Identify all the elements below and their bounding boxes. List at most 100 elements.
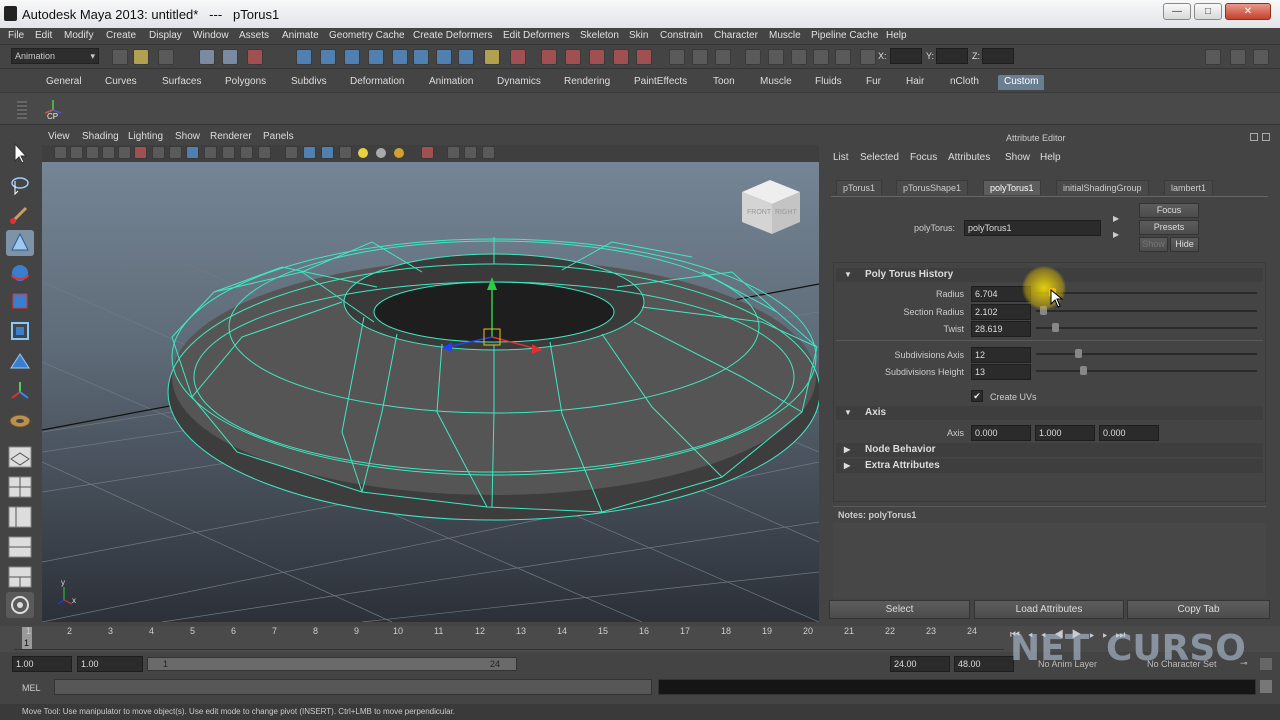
- scale-tool-icon[interactable]: [6, 288, 34, 314]
- toggle-attribute-editor-icon[interactable]: [1230, 49, 1246, 65]
- animation-start-field[interactable]: 1.00: [12, 656, 72, 672]
- show-manipulator-icon[interactable]: [6, 378, 34, 404]
- cp-shelf-icon[interactable]: CP: [40, 96, 66, 122]
- safe-action-icon[interactable]: [240, 146, 253, 159]
- mel-label[interactable]: MEL: [22, 683, 41, 693]
- subdivisions-height-field[interactable]: 13: [971, 364, 1031, 380]
- maximize-button[interactable]: □: [1194, 3, 1222, 20]
- menu-assets[interactable]: Assets: [239, 30, 269, 41]
- isolate-select-icon[interactable]: [421, 146, 434, 159]
- menu-help[interactable]: Help: [886, 30, 907, 41]
- hypershade-icon[interactable]: [613, 49, 629, 65]
- shelf-tab-subdivs[interactable]: Subdivs: [285, 75, 333, 90]
- ae-menu-list[interactable]: List: [833, 152, 849, 163]
- render-icon[interactable]: [510, 49, 526, 65]
- notes-field[interactable]: [833, 523, 1266, 598]
- viewport-menu-panels[interactable]: Panels: [263, 131, 294, 142]
- menu-muscle[interactable]: Muscle: [769, 30, 801, 41]
- layout-icon[interactable]: [813, 49, 829, 65]
- paint-select-tool-icon[interactable]: [6, 202, 34, 228]
- shelf-tab-polygons[interactable]: Polygons: [219, 75, 272, 90]
- camera-icon[interactable]: [745, 49, 761, 65]
- grease-pencil-icon[interactable]: [118, 146, 131, 159]
- menu-skin[interactable]: Skin: [629, 30, 648, 41]
- io-icon[interactable]: [436, 49, 452, 65]
- move-tool-icon[interactable]: [6, 230, 34, 256]
- ae-menu-show[interactable]: Show: [1005, 152, 1030, 163]
- ae-copy-tab-button[interactable]: Copy Tab: [1127, 600, 1270, 619]
- render-current-icon[interactable]: [541, 49, 557, 65]
- smooth-shade-icon[interactable]: [303, 146, 316, 159]
- shadows-icon[interactable]: [394, 148, 404, 158]
- camera-attributes-icon[interactable]: [70, 146, 83, 159]
- shelf-tab-hair[interactable]: Hair: [900, 75, 930, 90]
- wireframe-icon[interactable]: [285, 146, 298, 159]
- presets-button[interactable]: Presets: [1139, 220, 1199, 235]
- create-uvs-checkbox[interactable]: ✔: [971, 390, 983, 402]
- focus-button[interactable]: Focus: [1139, 203, 1199, 218]
- menu-create-deformers[interactable]: Create Deformers: [413, 30, 492, 41]
- history-icon[interactable]: [413, 49, 429, 65]
- menu-geometry-cache[interactable]: Geometry Cache: [329, 30, 405, 41]
- ae-tab-polytorus1[interactable]: polyTorus1: [983, 180, 1041, 195]
- shelf-tab-rendering[interactable]: Rendering: [558, 75, 616, 90]
- torus-mesh[interactable]: [167, 237, 819, 521]
- section-axis[interactable]: ▼ Axis: [836, 406, 1263, 420]
- gate-mask-icon[interactable]: [204, 146, 217, 159]
- snap-view-icon[interactable]: [368, 49, 384, 65]
- view-cube[interactable]: FRONT RIGHT: [742, 180, 800, 234]
- persp-outliner-layout-icon[interactable]: [6, 504, 34, 530]
- x-field[interactable]: [890, 48, 922, 64]
- toggle-sidebar-icon[interactable]: [1205, 49, 1221, 65]
- shelf-tab-curves[interactable]: Curves: [99, 75, 143, 90]
- section-node-behavior[interactable]: ▶ Node Behavior: [836, 443, 1263, 457]
- shelf-tab-custom[interactable]: Custom: [998, 75, 1045, 90]
- field-chart-icon[interactable]: [222, 146, 235, 159]
- ae-load-attributes-button[interactable]: Load Attributes: [974, 600, 1124, 619]
- shelf-tab-fur[interactable]: Fur: [860, 75, 887, 90]
- close-button[interactable]: ✕: [1225, 3, 1271, 20]
- node-name-field[interactable]: polyTorus1: [964, 220, 1101, 236]
- range-slider[interactable]: 1 24: [147, 657, 517, 671]
- select-hierarchy-icon[interactable]: [199, 49, 215, 65]
- grid-toggle-icon[interactable]: [152, 146, 165, 159]
- playback-start-field[interactable]: 1.00: [77, 656, 143, 672]
- section-extra-attributes[interactable]: ▶ Extra Attributes: [836, 459, 1263, 473]
- close-panel-icon[interactable]: [1262, 133, 1270, 141]
- use-all-lights-icon[interactable]: [376, 148, 386, 158]
- rotate-tool-icon[interactable]: [6, 260, 34, 286]
- show-button[interactable]: Show: [1139, 237, 1168, 252]
- pivot-icon[interactable]: [791, 49, 807, 65]
- two-d-pan-icon[interactable]: [134, 146, 147, 159]
- script-editor-icon[interactable]: [1260, 680, 1272, 693]
- command-input[interactable]: [54, 679, 652, 695]
- shelf-tab-surfaces[interactable]: Surfaces: [156, 75, 207, 90]
- new-scene-icon[interactable]: [112, 49, 128, 65]
- select-object-icon[interactable]: [222, 49, 238, 65]
- xray-icon[interactable]: [447, 146, 460, 159]
- axis-x-field[interactable]: 0.000: [971, 425, 1031, 441]
- shelf-tab-muscle[interactable]: Muscle: [754, 75, 798, 90]
- ae-menu-selected[interactable]: Selected: [860, 152, 899, 163]
- render-settings-icon[interactable]: [589, 49, 605, 65]
- render-view-icon[interactable]: [636, 49, 652, 65]
- menu-edit[interactable]: Edit: [35, 30, 52, 41]
- shelf-menu-icon[interactable]: [17, 101, 27, 119]
- ipr-render-icon[interactable]: [565, 49, 581, 65]
- animation-end-field[interactable]: 48.00: [954, 656, 1014, 672]
- last-tool-icon[interactable]: [6, 408, 34, 434]
- image-plane-icon[interactable]: [102, 146, 115, 159]
- select-camera-icon[interactable]: [54, 146, 67, 159]
- shelf-tab-dynamics[interactable]: Dynamics: [491, 75, 547, 90]
- single-perspective-layout-icon[interactable]: [6, 444, 34, 470]
- menu-modify[interactable]: Modify: [64, 30, 93, 41]
- open-scene-icon[interactable]: [133, 49, 149, 65]
- menuset-dropdown[interactable]: Animation ▾: [11, 48, 99, 64]
- toggle-tool-settings-icon[interactable]: [1253, 49, 1269, 65]
- viewport-menu-show[interactable]: Show: [175, 131, 200, 142]
- subdivisions-height-slider[interactable]: [1036, 370, 1257, 372]
- go-input-icon[interactable]: ▶: [1113, 214, 1125, 224]
- z-field[interactable]: [982, 48, 1014, 64]
- resolution-gate-icon[interactable]: [186, 146, 199, 159]
- save-scene-icon[interactable]: [158, 49, 174, 65]
